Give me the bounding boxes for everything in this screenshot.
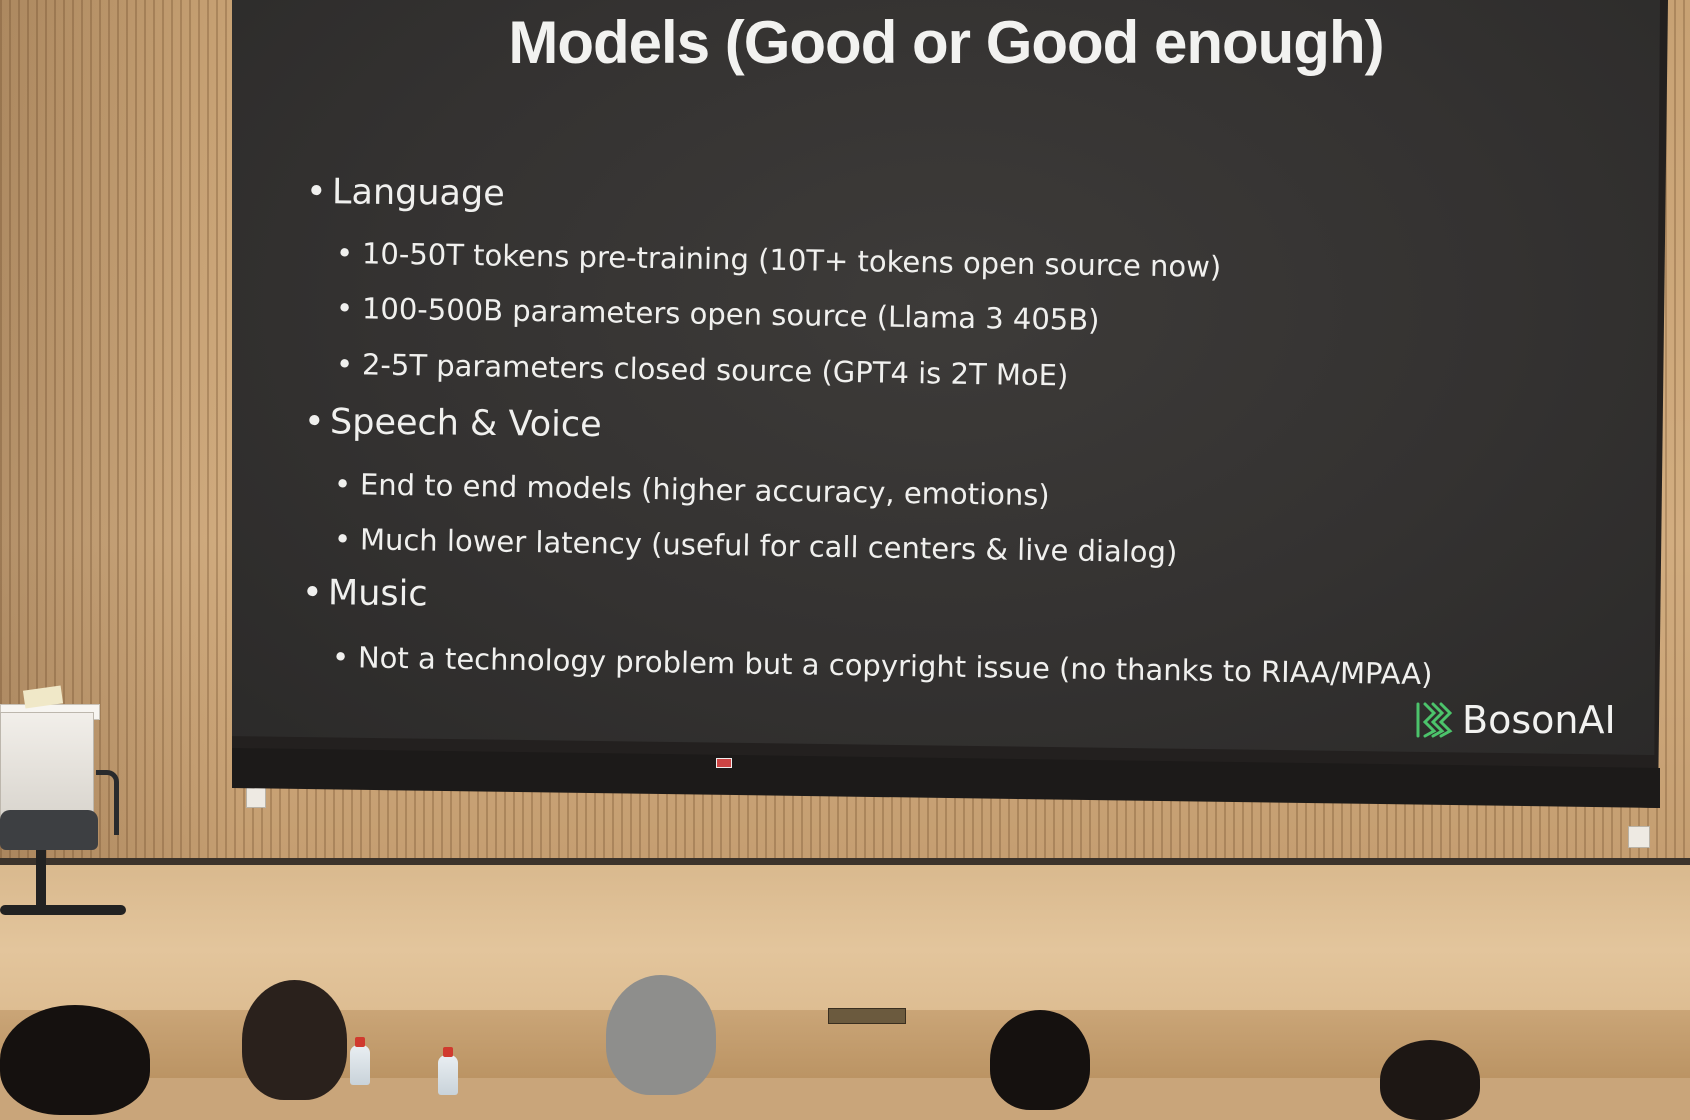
audience-head <box>606 975 716 1095</box>
audience-head <box>990 1010 1090 1110</box>
audience-head <box>0 1005 150 1115</box>
chair-arm <box>96 770 119 835</box>
bottle-cap <box>355 1037 365 1047</box>
slide-title: Models (Good or Good enough) <box>508 9 1384 76</box>
screen-indicator-light <box>716 758 732 768</box>
bullet-icon: • <box>331 640 350 675</box>
logo-text: BosonAI <box>1462 698 1616 742</box>
bullet-icon: • <box>301 573 323 614</box>
bullet-icon: • <box>335 236 354 271</box>
wall-outlet <box>246 786 266 808</box>
bullet-icon: • <box>303 402 325 443</box>
bullet-icon: • <box>333 522 352 557</box>
section-heading: Language <box>331 172 505 215</box>
bullet-icon: • <box>335 291 354 326</box>
podium <box>0 712 94 819</box>
bullet-icon: • <box>333 467 352 502</box>
water-bottle <box>350 1045 370 1085</box>
wall-outlet <box>1628 826 1650 848</box>
audience-head <box>242 980 347 1100</box>
audience-head <box>1380 1040 1480 1120</box>
bullet-section-language: • Language <box>306 172 505 214</box>
water-bottle <box>438 1055 458 1095</box>
bosonai-logo: BosonAI <box>1414 698 1616 742</box>
chair-base <box>0 905 126 915</box>
section-heading: Speech & Voice <box>329 402 602 446</box>
bullet-section-music: • Music <box>302 573 428 614</box>
office-chair <box>0 810 98 850</box>
chair-post <box>36 850 46 910</box>
boson-ai-logo-icon <box>1416 702 1453 738</box>
section-heading: Music <box>327 573 428 615</box>
bullet-icon: • <box>305 172 327 213</box>
stage-plate <box>828 1008 906 1024</box>
bullet-icon: • <box>335 347 354 382</box>
bottle-cap <box>443 1047 453 1057</box>
bullet-section-speech-voice: • Speech & Voice <box>304 402 602 445</box>
